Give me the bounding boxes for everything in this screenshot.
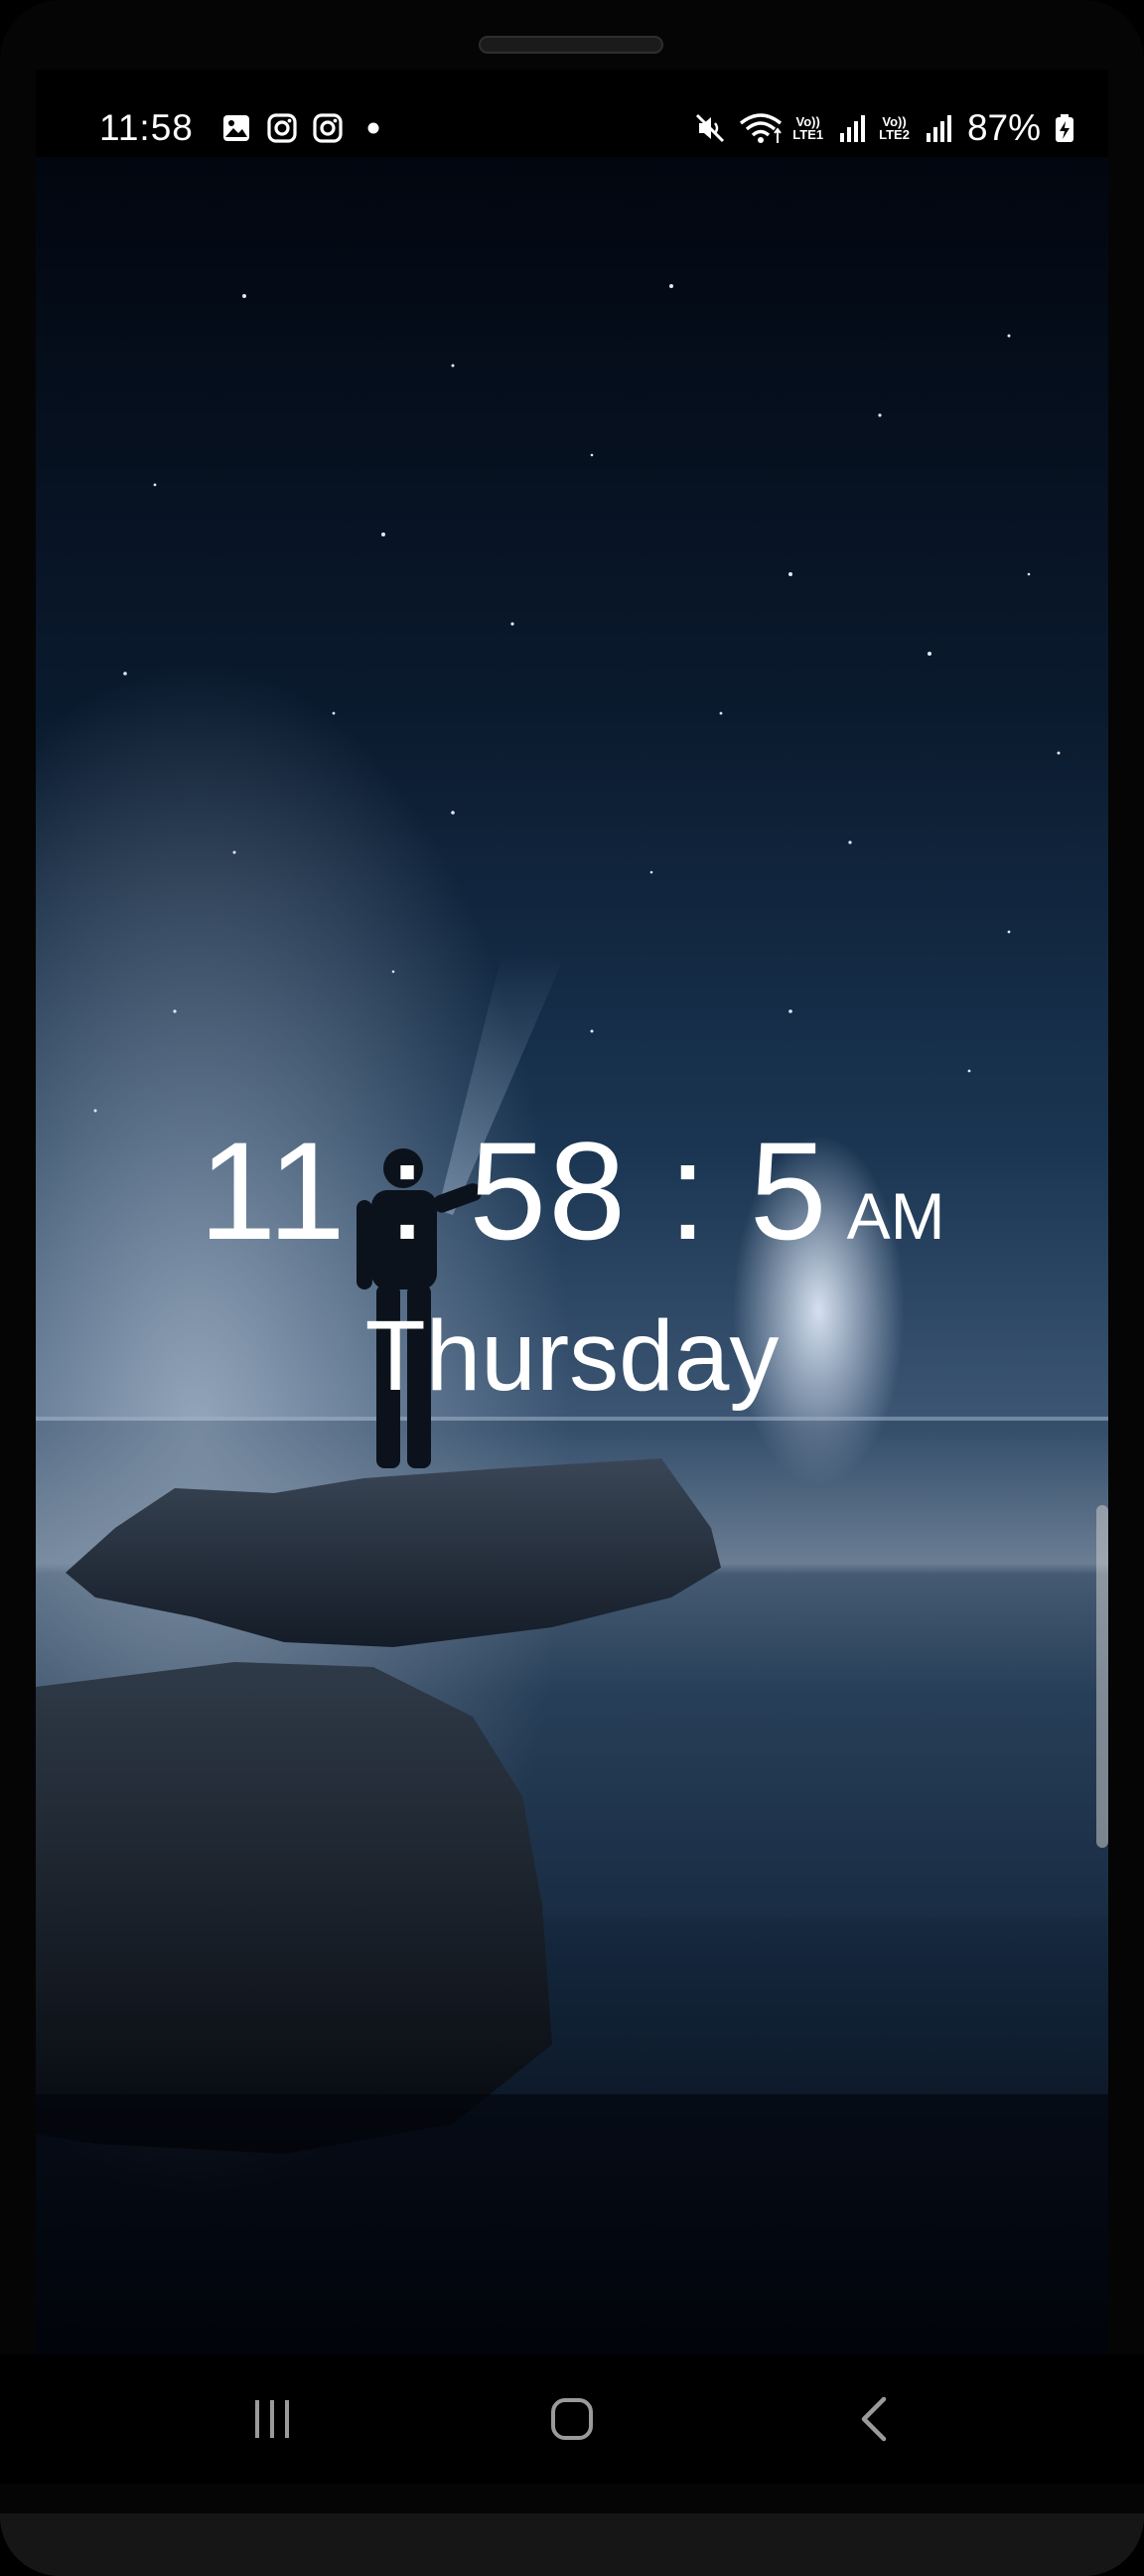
dot-icon bbox=[357, 111, 390, 145]
instagram-icon bbox=[265, 111, 299, 145]
back-button[interactable] bbox=[834, 2389, 914, 2449]
status-bar-left: 11:58 bbox=[99, 107, 390, 149]
status-time: 11:58 bbox=[99, 107, 194, 148]
lockscreen: 11 : 58 : 5 AM Thursday bbox=[36, 157, 1108, 2354]
clock-ampm: AM bbox=[846, 1179, 945, 1253]
status-bar-right: Vo)) LTE1 Vo)) LTE2 87% bbox=[681, 107, 1076, 149]
sim1-label: Vo)) LTE1 bbox=[792, 115, 823, 141]
instagram-icon bbox=[311, 111, 345, 145]
bottom-bezel bbox=[0, 2513, 1144, 2576]
sim1-lte-label: LTE1 bbox=[792, 127, 824, 142]
sim2-label: Vo)) LTE2 bbox=[879, 115, 910, 141]
recents-button[interactable] bbox=[232, 2389, 312, 2449]
clock-time: 11 : 58 : 5 AM bbox=[36, 1111, 1108, 1272]
gallery-icon bbox=[219, 111, 253, 145]
wifi-icon bbox=[739, 111, 783, 145]
clock-day: Thursday bbox=[364, 1300, 780, 1412]
home-icon bbox=[551, 2398, 593, 2440]
sim2-lte-label: LTE2 bbox=[879, 127, 910, 142]
signal-sim2-icon bbox=[922, 111, 955, 145]
navigation-bar bbox=[0, 2354, 1144, 2484]
clock-time-value: 11 : 58 : 5 bbox=[199, 1113, 829, 1269]
signal-sim1-icon bbox=[835, 111, 869, 145]
battery-charging-icon bbox=[1053, 111, 1076, 145]
earpiece-speaker bbox=[479, 36, 663, 54]
phone-device: 11:58 Vo)) LTE1 Vo)) LTE2 87% 11: 58: … bbox=[0, 0, 1144, 2576]
home-button[interactable] bbox=[532, 2389, 612, 2449]
mute-icon bbox=[693, 111, 727, 145]
battery-percent: 87% bbox=[966, 107, 1041, 148]
edge-panel-handle[interactable] bbox=[1096, 1505, 1108, 1848]
recents-icon bbox=[255, 2400, 289, 2438]
back-icon bbox=[861, 2396, 887, 2442]
